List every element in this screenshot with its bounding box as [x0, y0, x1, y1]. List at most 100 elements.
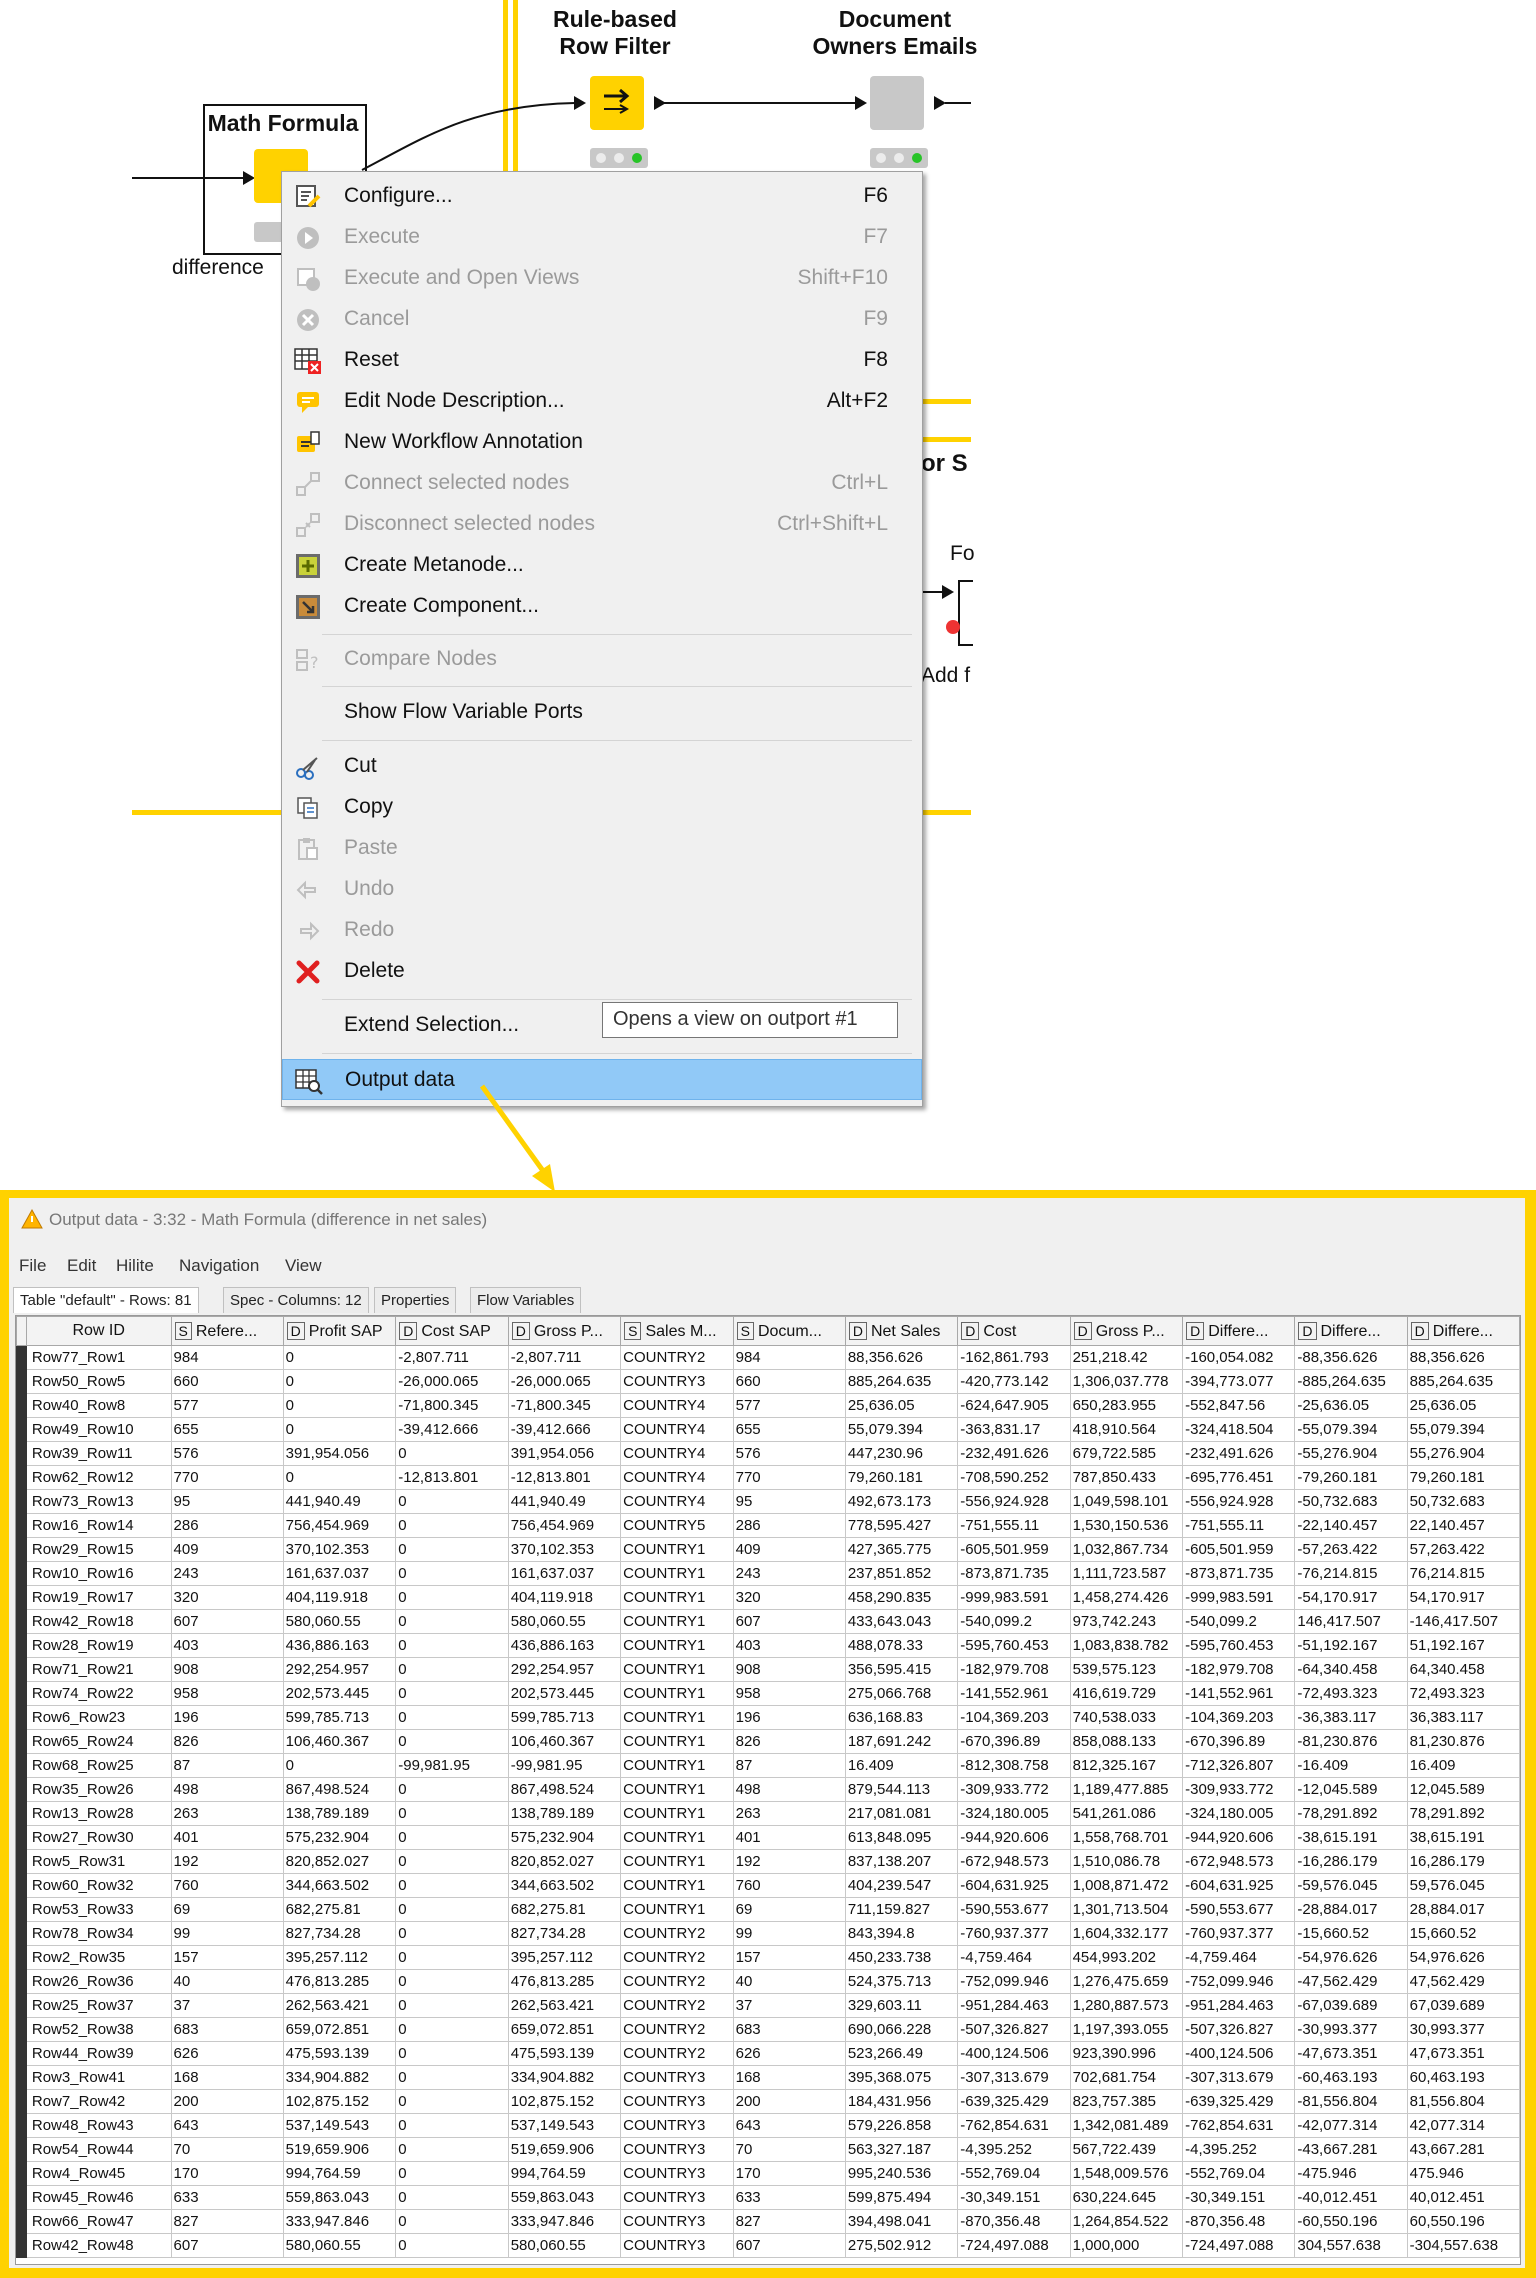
table-row[interactable]: Row44_Row39 626 475,593.139 0 475,593.139 COU…: [16, 2041, 1520, 2066]
table-row[interactable]: Row3_Row41 168 334,904.882 0 334,904.882 COUN…: [16, 2065, 1520, 2090]
table-row[interactable]: Row73_Row13 95 441,940.49 0 441,940.49 COUNTR…: [16, 1489, 1520, 1514]
input-port[interactable]: [855, 96, 867, 110]
table-cell: 984: [732, 1345, 846, 1370]
table-row[interactable]: Row49_Row10 655 0 -39,412.666 -39,412.666 COU…: [16, 1417, 1520, 1442]
table-row[interactable]: Row71_Row21 908 292,254.957 0 292,254.957 COU…: [16, 1657, 1520, 1682]
menu-item-paste[interactable]: Paste: [282, 828, 922, 869]
menu-hilite[interactable]: Hilite: [116, 1256, 154, 1276]
column-header-row-id[interactable]: Row ID: [25, 1316, 172, 1346]
table-row[interactable]: Row7_Row42 200 102,875.152 0 102,875.152 COUN…: [16, 2089, 1520, 2114]
column-header[interactable]: D Differe...: [1406, 1316, 1520, 1346]
document-owners-emails-node[interactable]: [870, 76, 924, 130]
menu-item-undo[interactable]: Undo: [282, 869, 922, 910]
menu-separator: [322, 740, 912, 741]
table-row[interactable]: Row2_Row35 157 395,257.112 0 395,257.112 COUN…: [16, 1945, 1520, 1970]
table-row[interactable]: Row16_Row14 286 756,454.969 0 756,454.969 COU…: [16, 1513, 1520, 1538]
table-row[interactable]: Row26_Row36 40 476,813.285 0 476,813.285 COUN…: [16, 1969, 1520, 1994]
menu-item-connect-selected-nodes[interactable]: Connect selected nodes Ctrl+L: [282, 463, 922, 504]
table-row[interactable]: Row52_Row38 683 659,072.851 0 659,072.851 COU…: [16, 2017, 1520, 2042]
menu-item-configure[interactable]: Configure... F6: [282, 176, 922, 217]
menu-item-copy[interactable]: Copy: [282, 787, 922, 828]
column-header[interactable]: D Cost SAP: [395, 1316, 509, 1346]
table-row[interactable]: Row54_Row44 70 519,659.906 0 519,659.906 COUN…: [16, 2137, 1520, 2162]
table-row[interactable]: Row65_Row24 826 106,460.367 0 106,460.367 COU…: [16, 1729, 1520, 1754]
menu-file[interactable]: File: [19, 1256, 46, 1276]
table-row[interactable]: Row42_Row48 607 580,060.55 0 580,060.55 COUNT…: [16, 2233, 1520, 2258]
table-row[interactable]: Row29_Row15 409 370,102.353 0 370,102.353 COU…: [16, 1537, 1520, 1562]
table-cell: -999,983.591: [957, 1585, 1071, 1610]
table-row[interactable]: Row27_Row30 401 575,232.904 0 575,232.904 COU…: [16, 1825, 1520, 1850]
menu-view[interactable]: View: [285, 1256, 322, 1276]
table-row[interactable]: Row28_Row19 403 436,886.163 0 436,886.163 COU…: [16, 1633, 1520, 1658]
tab-table-default[interactable]: Table "default" - Rows: 81: [13, 1287, 199, 1313]
table-row[interactable]: Row62_Row12 770 0 -12,813.801 -12,813.801 COU…: [16, 1465, 1520, 1490]
input-port[interactable]: [942, 585, 954, 599]
table-cell: COUNTRY2: [620, 1921, 734, 1946]
rule-based-row-filter-node[interactable]: [590, 76, 644, 130]
menu-item-edit-node-description[interactable]: Edit Node Description... Alt+F2: [282, 381, 922, 422]
table-cell: 827,734.28: [507, 1921, 622, 1946]
table-row[interactable]: Row53_Row33 69 682,275.81 0 682,275.81 COUNTR…: [16, 1897, 1520, 1922]
table-row[interactable]: Row74_Row22 958 202,573.445 0 202,573.445 COU…: [16, 1681, 1520, 1706]
data-table-container[interactable]: Row ID S Refere... D Profit SAP D Cost SAP D Gro…: [15, 1315, 1521, 2265]
table-row[interactable]: Row66_Row47 827 333,947.846 0 333,947.846 COU…: [16, 2209, 1520, 2234]
menu-item-execute[interactable]: Execute F7: [282, 217, 922, 258]
menu-item-new-workflow-annotation[interactable]: New Workflow Annotation: [282, 422, 922, 463]
table-row[interactable]: Row25_Row37 37 262,563.421 0 262,563.421 COUN…: [16, 1993, 1520, 2018]
column-header[interactable]: D Gross P...: [1069, 1316, 1184, 1346]
menu-item-cancel[interactable]: Cancel F9: [282, 299, 922, 340]
table-row[interactable]: Row45_Row46 633 559,863.043 0 559,863.043 COU…: [16, 2185, 1520, 2210]
flow-variable-port[interactable]: [946, 620, 960, 634]
menu-item-output-data[interactable]: Output data: [282, 1059, 922, 1100]
column-header[interactable]: D Profit SAP: [282, 1316, 397, 1346]
partial-node[interactable]: [958, 580, 973, 646]
table-row[interactable]: Row19_Row17 320 404,119.918 0 404,119.918 COU…: [16, 1585, 1520, 1610]
table-cell: -507,326.827: [957, 2017, 1071, 2042]
menu-item-disconnect-selected-nodes[interactable]: Disconnect selected nodes Ctrl+Shift+L: [282, 504, 922, 545]
table-row[interactable]: Row35_Row26 498 867,498.524 0 867,498.524 COU…: [16, 1777, 1520, 1802]
table-row[interactable]: Row10_Row16 243 161,637.037 0 161,637.037 COU…: [16, 1561, 1520, 1586]
output-port[interactable]: [654, 96, 666, 110]
table-row[interactable]: Row4_Row45 170 994,764.59 0 994,764.59 COUNTR…: [16, 2161, 1520, 2186]
column-header[interactable]: D Cost: [957, 1316, 1071, 1346]
callout-arrow: [479, 1084, 555, 1192]
table-row[interactable]: Row68_Row25 87 0 -99,981.95 -99,981.95 COUNTR…: [16, 1753, 1520, 1778]
menu-item-create-component[interactable]: Create Component...: [282, 586, 922, 627]
table-row[interactable]: Row39_Row11 576 391,954.056 0 391,954.056 COU…: [16, 1441, 1520, 1466]
menu-item-show-flow-variable-ports[interactable]: Show Flow Variable Ports: [282, 692, 922, 733]
column-header[interactable]: D Differe...: [1182, 1316, 1296, 1346]
tab-flow-variables[interactable]: Flow Variables: [470, 1287, 582, 1313]
menu-item-delete[interactable]: Delete: [282, 951, 922, 992]
table-row[interactable]: Row50_Row5 660 0 -26,000.065 -26,000.065 COUN…: [16, 1369, 1520, 1394]
tab-spec-columns[interactable]: Spec - Columns: 12: [223, 1287, 369, 1313]
table-row[interactable]: Row40_Row8 577 0 -71,800.345 -71,800.345 COUN…: [16, 1393, 1520, 1418]
column-header[interactable]: S Refere...: [170, 1316, 284, 1346]
table-row[interactable]: Row5_Row31 192 820,852.027 0 820,852.027 COUN…: [16, 1849, 1520, 1874]
column-header[interactable]: D Net Sales: [844, 1316, 959, 1346]
tab-properties[interactable]: Properties: [374, 1287, 457, 1313]
table-cell: -81,230.876: [1294, 1729, 1408, 1754]
row-id-cell: Row77_Row1: [25, 1345, 172, 1370]
table-row[interactable]: Row6_Row23 196 599,785.713 0 599,785.713 COUN…: [16, 1705, 1520, 1730]
column-header[interactable]: S Sales M...: [620, 1316, 734, 1346]
menu-item-create-metanode[interactable]: Create Metanode...: [282, 545, 922, 586]
table-cell: -885,264.635: [1294, 1369, 1408, 1394]
column-header[interactable]: D Gross P...: [507, 1316, 622, 1346]
table-row[interactable]: Row42_Row18 607 580,060.55 0 580,060.55 COUNT…: [16, 1609, 1520, 1634]
menu-item-reset[interactable]: Reset F8: [282, 340, 922, 381]
menu-navigation[interactable]: Navigation: [179, 1256, 259, 1276]
menu-edit[interactable]: Edit: [67, 1256, 96, 1276]
table-row[interactable]: Row60_Row32 760 344,663.502 0 344,663.502 COU…: [16, 1873, 1520, 1898]
menu-item-redo[interactable]: Redo: [282, 910, 922, 951]
column-header[interactable]: S Docum...: [732, 1316, 846, 1346]
menu-item-cut[interactable]: Cut: [282, 746, 922, 787]
table-row[interactable]: Row78_Row34 99 827,734.28 0 827,734.28 COUNTR…: [16, 1921, 1520, 1946]
table-row[interactable]: Row77_Row1 984 0 -2,807.711 -2,807.711 COUNTR…: [16, 1345, 1520, 1370]
table-row[interactable]: Row13_Row28 263 138,789.189 0 138,789.189 COU…: [16, 1801, 1520, 1826]
input-port[interactable]: [574, 96, 586, 110]
menu-item-execute-open-views[interactable]: Execute and Open Views Shift+F10: [282, 258, 922, 299]
table-row[interactable]: Row48_Row43 643 537,149.543 0 537,149.543 COU…: [16, 2113, 1520, 2138]
table-cell: -507,326.827: [1182, 2017, 1296, 2042]
column-header[interactable]: D Differe...: [1294, 1316, 1408, 1346]
menu-item-compare-nodes[interactable]: ? Compare Nodes: [282, 639, 922, 680]
